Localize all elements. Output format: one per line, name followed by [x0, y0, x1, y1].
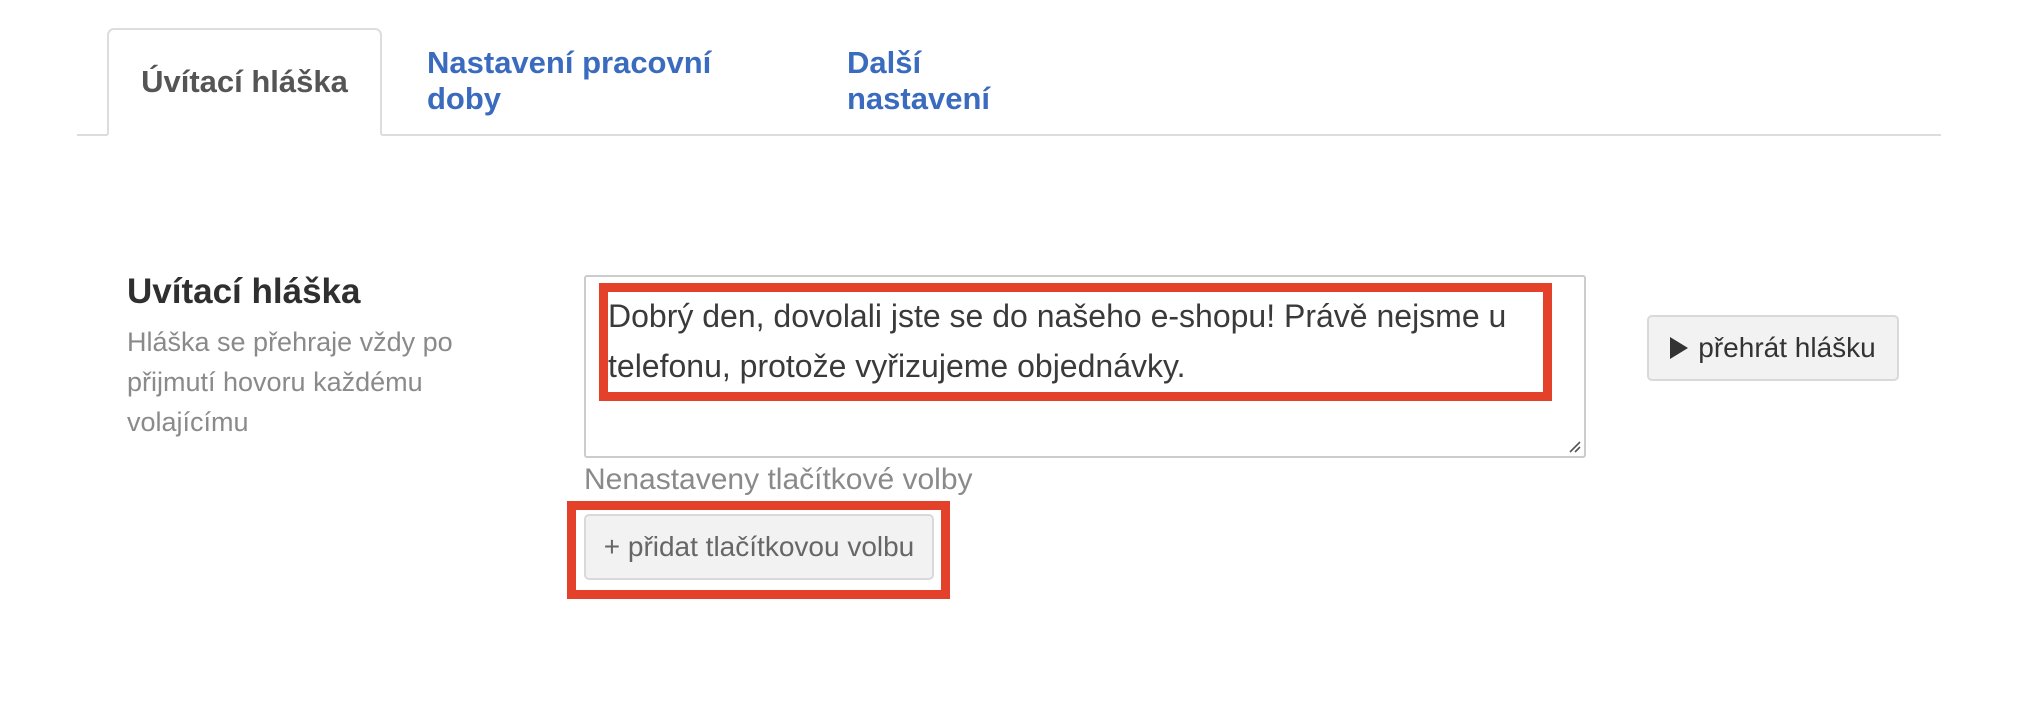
no-button-options-text: Nenastaveny tlačítkové volby [584, 463, 973, 496]
tab-working-hours[interactable]: Nastavení pracovní doby [427, 28, 727, 134]
play-greeting-label: přehrát hlášku [1698, 332, 1876, 363]
resize-handle-icon[interactable] [1567, 439, 1581, 453]
greeting-message-text[interactable]: Dobrý den, dovolali jste se do našeho e-… [608, 291, 1558, 391]
tab-other-settings[interactable]: Další nastavení [847, 28, 1025, 134]
play-greeting-button[interactable]: přehrát hlášku [1647, 315, 1899, 381]
greeting-message-textarea[interactable]: Dobrý den, dovolali jste se do našeho e-… [584, 275, 1586, 458]
tab-bar: Úvítací hláška Nastavení pracovní doby D… [77, 0, 1941, 136]
play-icon [1670, 337, 1689, 359]
add-button-option-button[interactable]: + přidat tlačítkovou volbu [584, 514, 934, 580]
greeting-field-description: Hláška se přehraje vždy po přijmutí hovo… [127, 327, 453, 437]
tab-welcome-message[interactable]: Úvítací hláška [107, 28, 382, 136]
greeting-field-title: Uvítací hláška [127, 272, 361, 311]
